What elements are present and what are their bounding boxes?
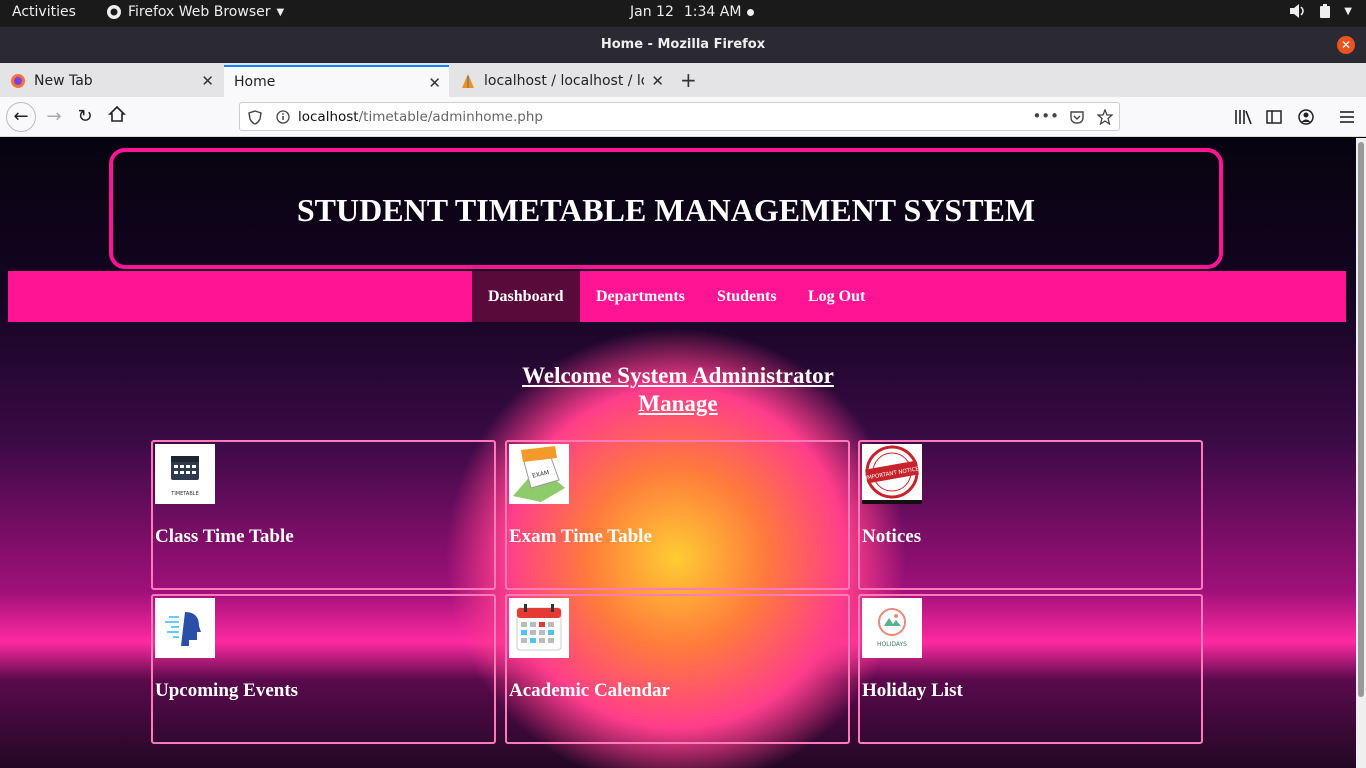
url-text[interactable]: localhost/timetable/adminhome.php xyxy=(298,109,543,125)
url-host: localhost xyxy=(298,109,359,125)
app-menu[interactable]: Firefox Web Browser ▼ xyxy=(106,4,284,20)
url-path: /timetable/adminhome.php xyxy=(358,109,543,125)
window-title-bar: Home - Mozilla Firefox ✕ xyxy=(0,27,1366,63)
close-tab-icon[interactable]: ✕ xyxy=(651,72,664,90)
timetable-icon: TIMETABLE xyxy=(155,444,215,504)
exam-icon: EXAM xyxy=(509,444,569,504)
card-label: Exam Time Table xyxy=(509,526,652,547)
url-bar[interactable]: localhost/timetable/adminhome.php ••• xyxy=(239,102,1120,131)
tab-label: New Tab xyxy=(34,73,93,89)
volume-icon xyxy=(1290,4,1305,18)
card-upcoming-events[interactable]: Upcoming Events xyxy=(151,594,496,744)
svg-text:HOLIDAYS: HOLIDAYS xyxy=(877,641,907,648)
home-icon xyxy=(108,105,126,122)
chevron-down-icon: ▼ xyxy=(1344,5,1352,17)
home-button[interactable] xyxy=(105,105,129,129)
card-academic-calendar[interactable]: Academic Calendar xyxy=(505,594,850,744)
menu-item-students[interactable]: Students xyxy=(701,271,793,322)
page-viewport: STUDENT TIMETABLE MANAGEMENT SYSTEM Dash… xyxy=(0,138,1356,768)
card-holiday-list[interactable]: HOLIDAYS Holiday List xyxy=(858,594,1203,744)
important-notice-icon: IMPORTANT NOTICE xyxy=(862,444,922,504)
date-label: Jan 12 xyxy=(630,4,674,20)
back-button[interactable]: ← xyxy=(6,102,36,132)
system-tray[interactable]: ▼ xyxy=(1290,4,1352,18)
notification-dot-icon xyxy=(747,8,755,16)
card-label: Academic Calendar xyxy=(509,680,670,701)
chevron-down-icon: ▼ xyxy=(276,6,285,18)
bookmark-star-icon[interactable] xyxy=(1097,109,1113,125)
forward-button[interactable]: → xyxy=(42,105,66,129)
main-menu: Dashboard Departments Students Log Out xyxy=(8,271,1346,322)
account-icon[interactable] xyxy=(1298,109,1314,125)
card-label: Notices xyxy=(862,526,922,547)
reload-button[interactable]: ↻ xyxy=(73,105,97,129)
scrollbar-thumb[interactable] xyxy=(1358,142,1364,697)
page-scrollbar[interactable] xyxy=(1356,138,1366,768)
card-label: Upcoming Events xyxy=(155,680,299,701)
firefox-icon xyxy=(11,74,25,88)
tab-new-tab[interactable]: New Tab ✕ xyxy=(0,65,222,97)
calendar-icon xyxy=(509,598,569,658)
hamburger-menu-icon[interactable] xyxy=(1339,109,1355,125)
firefox-icon xyxy=(107,5,121,19)
site-title: STUDENT TIMETABLE MANAGEMENT SYSTEM xyxy=(296,192,1036,228)
card-label: Holiday List xyxy=(862,680,963,701)
info-icon xyxy=(276,110,290,124)
tab-phpmyadmin[interactable]: localhost / localhost / logi ✕ xyxy=(450,65,672,97)
activities-button[interactable]: Activities xyxy=(12,4,76,20)
system-top-bar: Activities Firefox Web Browser ▼ Jan 12 … xyxy=(0,0,1366,27)
welcome-heading: Welcome System Administrator Manage xyxy=(0,362,1356,418)
clock[interactable]: Jan 12 1:34 AM xyxy=(630,4,755,20)
shield-icon xyxy=(248,110,262,125)
welcome-line: Welcome System Administrator xyxy=(522,363,834,388)
close-tab-icon[interactable]: ✕ xyxy=(428,74,441,92)
new-tab-button[interactable]: + xyxy=(680,68,697,92)
card-exam-time-table[interactable]: EXAM Exam Time Table xyxy=(505,440,850,590)
events-icon xyxy=(155,598,215,658)
library-icon[interactable] xyxy=(1234,109,1252,125)
menu-item-dashboard[interactable]: Dashboard xyxy=(472,271,580,322)
card-notices[interactable]: IMPORTANT NOTICE Notices xyxy=(858,440,1203,590)
site-header: STUDENT TIMETABLE MANAGEMENT SYSTEM xyxy=(109,148,1223,269)
battery-icon xyxy=(1320,4,1331,18)
phpmyadmin-icon xyxy=(462,74,474,88)
app-name: Firefox Web Browser xyxy=(128,4,271,20)
menu-item-departments[interactable]: Departments xyxy=(580,271,701,322)
menu-item-log-out[interactable]: Log Out xyxy=(792,271,881,322)
page-actions-icon[interactable]: ••• xyxy=(1032,107,1059,125)
tab-bar: New Tab ✕ Home ✕ localhost / localhost /… xyxy=(0,63,1366,97)
svg-text:TIMETABLE: TIMETABLE xyxy=(170,491,198,497)
tab-label: localhost / localhost / logi xyxy=(484,73,644,89)
holidays-icon: HOLIDAYS xyxy=(862,598,922,658)
sidebar-icon[interactable] xyxy=(1266,109,1282,125)
tab-label: Home xyxy=(234,74,276,90)
pocket-icon[interactable] xyxy=(1069,109,1085,125)
time-label: 1:34 AM xyxy=(683,4,742,20)
tab-home[interactable]: Home ✕ xyxy=(224,65,449,97)
close-tab-icon[interactable]: ✕ xyxy=(201,72,214,90)
window-title: Home - Mozilla Firefox xyxy=(600,37,766,52)
window-close-button[interactable]: ✕ xyxy=(1337,36,1355,54)
card-class-time-table[interactable]: TIMETABLE Class Time Table xyxy=(151,440,496,590)
navigation-bar: ← → ↻ localhost/timetable/adminhome.php … xyxy=(0,97,1366,137)
manage-line: Manage xyxy=(638,391,718,416)
card-label: Class Time Table xyxy=(155,526,294,547)
